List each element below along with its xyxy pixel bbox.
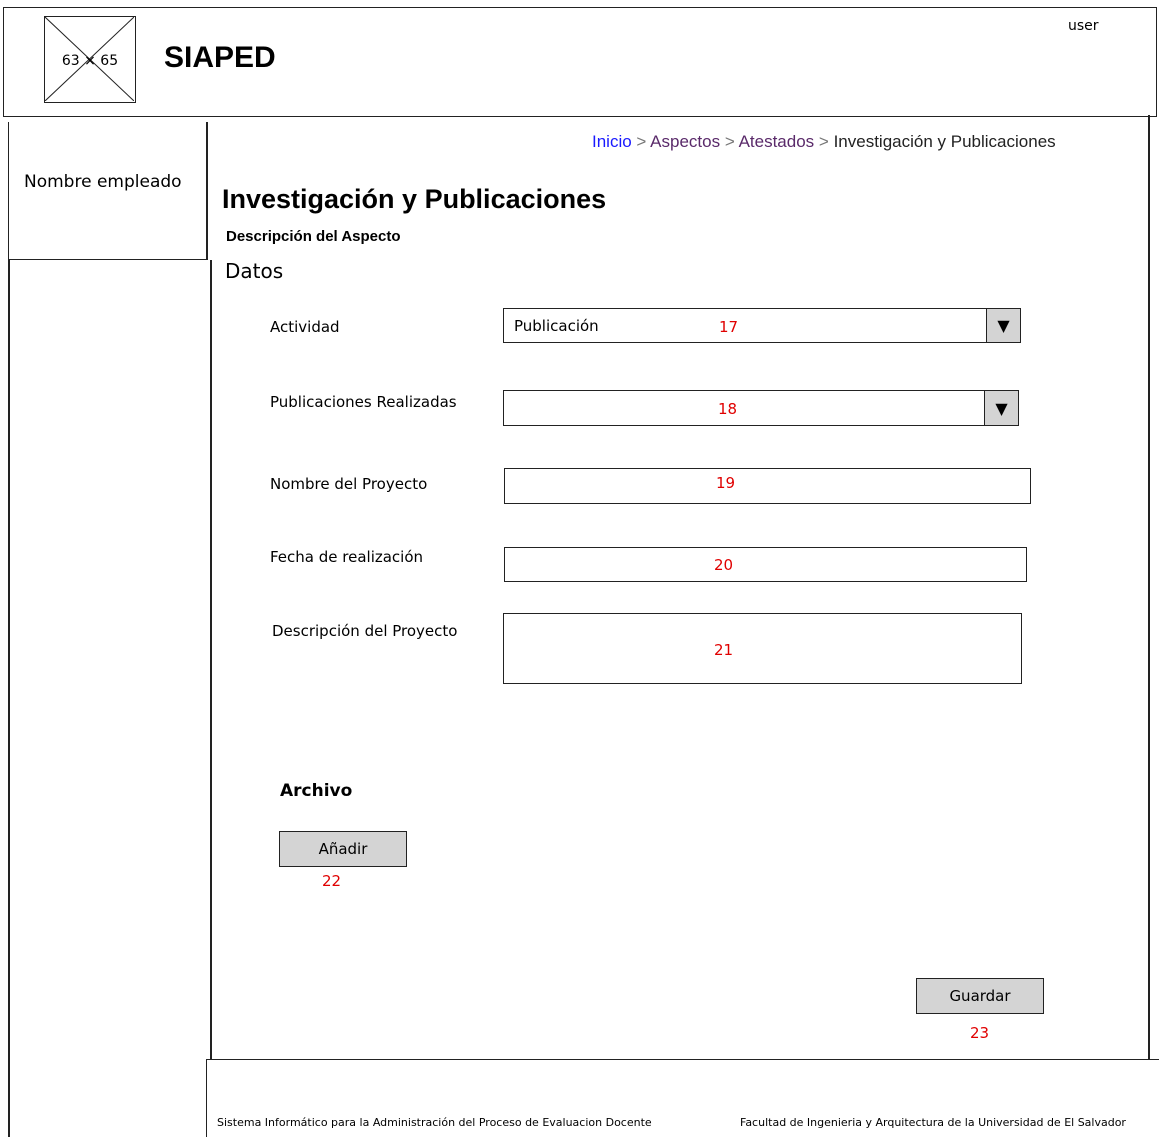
nombre-proyecto-input[interactable] xyxy=(504,468,1031,504)
fecha-label: Fecha de realización xyxy=(270,548,424,566)
breadcrumb-aspectos[interactable]: Aspectos xyxy=(650,132,720,151)
descripcion-textarea[interactable] xyxy=(503,613,1022,684)
chevron-down-icon[interactable]: ▼ xyxy=(984,391,1018,425)
main-border-left xyxy=(206,122,208,260)
breadcrumb-inicio[interactable]: Inicio xyxy=(592,132,632,151)
annotation-21: 21 xyxy=(714,641,734,659)
breadcrumb-current: Investigación y Publicaciones xyxy=(833,132,1056,151)
chevron-down-icon[interactable]: ▼ xyxy=(986,309,1020,342)
annotation-19: 19 xyxy=(716,474,736,492)
actividad-selected-value: Publicación xyxy=(514,317,599,335)
user-label[interactable]: user xyxy=(1068,18,1099,34)
footer-faculty-name: Facultad de Ingenieria y Arquitectura de… xyxy=(740,1116,1126,1129)
publicaciones-label: Publicaciones Realizadas xyxy=(270,393,457,411)
actividad-label: Actividad xyxy=(270,318,340,336)
main-border-left-lower xyxy=(210,260,212,1060)
breadcrumb-separator: > xyxy=(724,132,735,151)
annotation-17: 17 xyxy=(719,318,739,336)
footer-system-name: Sistema Informático para la Administraci… xyxy=(217,1116,652,1129)
annotation-20: 20 xyxy=(714,556,734,574)
annotation-23: 23 xyxy=(970,1024,990,1042)
breadcrumb-atestados[interactable]: Atestados xyxy=(739,132,815,151)
archivo-heading: Archivo xyxy=(280,781,353,801)
main-border-right xyxy=(1148,115,1150,1060)
aspect-description: Descripción del Aspecto xyxy=(226,228,401,245)
nombre-proyecto-label: Nombre del Proyecto xyxy=(270,475,428,493)
section-title: Datos xyxy=(225,259,284,283)
descripcion-label: Descripción del Proyecto xyxy=(272,622,458,640)
add-file-button[interactable]: Añadir xyxy=(279,831,407,867)
save-button[interactable]: Guardar xyxy=(916,978,1044,1014)
employee-name: Nombre empleado xyxy=(24,172,182,192)
logo-size-label: 63 × 65 xyxy=(61,53,119,69)
breadcrumb-separator: > xyxy=(636,132,647,151)
page-title: Investigación y Publicaciones xyxy=(222,184,607,214)
breadcrumb: Inicio > Aspectos > Atestados > Investig… xyxy=(592,132,1056,152)
fecha-input[interactable] xyxy=(504,547,1027,582)
logo-placeholder-icon: 63 × 65 xyxy=(44,16,136,103)
sidebar-border xyxy=(8,260,10,1137)
annotation-18: 18 xyxy=(718,400,738,418)
app-title: SIAPED xyxy=(164,41,276,74)
breadcrumb-separator: > xyxy=(818,132,829,151)
publicaciones-select[interactable]: ▼ xyxy=(503,390,1019,426)
annotation-22: 22 xyxy=(322,872,342,890)
